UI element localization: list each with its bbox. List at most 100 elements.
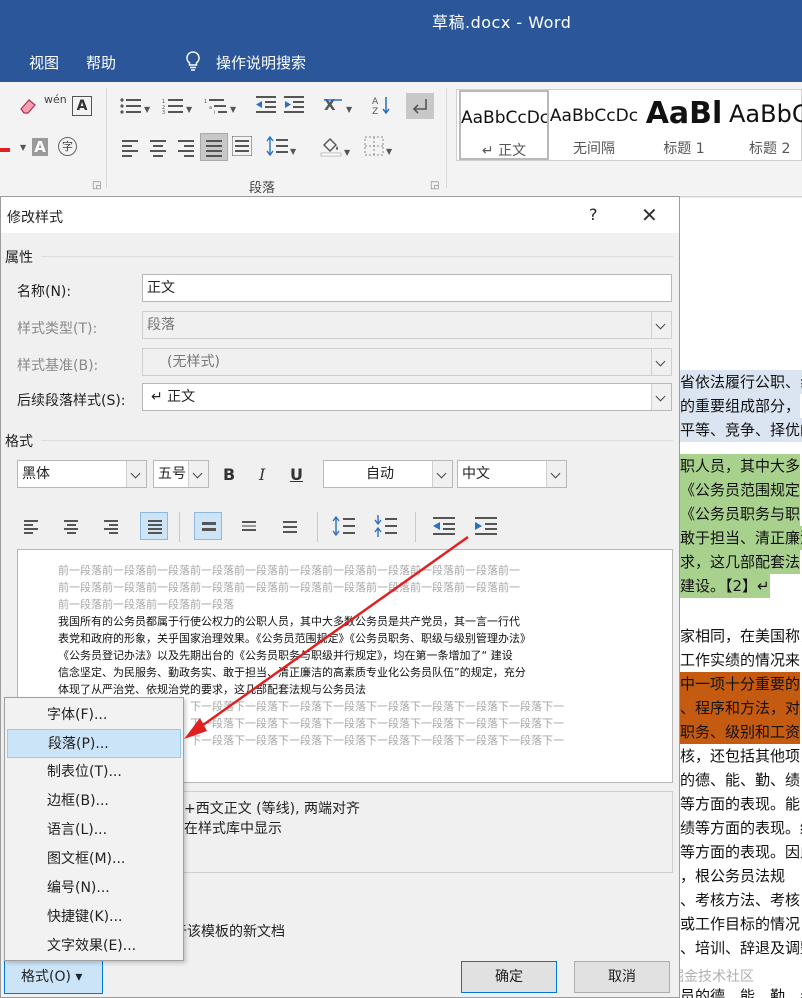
chevron-down-icon[interactable] bbox=[126, 461, 146, 487]
doc-line: 家相同，在美国称え bbox=[680, 627, 802, 645]
double-spacing-icon[interactable] bbox=[276, 513, 304, 541]
borders-icon[interactable]: ▼ bbox=[364, 136, 392, 159]
space-after-icon[interactable] bbox=[373, 515, 399, 537]
bold-button[interactable]: B bbox=[223, 465, 235, 484]
justify-icon[interactable] bbox=[140, 512, 168, 540]
menu-item-shortcut-key[interactable]: 快捷键(K)... bbox=[7, 903, 181, 932]
ok-button[interactable]: 确定 bbox=[461, 961, 557, 993]
increase-indent-icon[interactable] bbox=[473, 515, 499, 537]
menu-bar: 视图 帮助 操作说明搜索 bbox=[0, 40, 802, 82]
paragraph-dialog-launcher-icon[interactable]: ◲ bbox=[430, 180, 439, 191]
menu-item-text-effects[interactable]: 文字效果(E)... bbox=[7, 932, 181, 961]
align-right-icon[interactable] bbox=[97, 513, 125, 541]
font-dialog-launcher-icon[interactable]: ◲ bbox=[92, 180, 101, 191]
italic-button[interactable]: I bbox=[259, 465, 265, 484]
doc-line: 工作实绩的情况来 bbox=[680, 651, 801, 669]
doc-line: 敢于担当、清正廉洁 bbox=[680, 526, 802, 550]
menu-item-font[interactable]: 字体(F)... bbox=[7, 701, 181, 730]
language-value: 中文 bbox=[462, 466, 490, 482]
doc-line: 职人员，其中大多 bbox=[680, 454, 801, 478]
eraser-icon[interactable] bbox=[18, 96, 38, 119]
preview-prev-line: 前一段落前一段落前一段落前一段落前一段落前一段落前一段落前一段落前一段落前一段落… bbox=[58, 581, 520, 594]
align-right-icon[interactable] bbox=[178, 140, 194, 160]
following-style-select[interactable]: ↵ 正文 bbox=[142, 383, 672, 411]
asian-layout-icon[interactable]: X ▼ bbox=[322, 96, 352, 117]
bullets-icon[interactable]: ▼ bbox=[120, 98, 150, 117]
decrease-indent-icon[interactable] bbox=[256, 96, 276, 117]
name-field[interactable]: 正文 bbox=[142, 274, 672, 302]
format-dropdown-button[interactable]: 格式(O) ▾ bbox=[4, 960, 103, 994]
ribbon-separator bbox=[106, 88, 107, 188]
one-half-spacing-icon[interactable] bbox=[235, 513, 263, 541]
increase-indent-icon[interactable] bbox=[284, 96, 304, 117]
size-value: 五号 bbox=[158, 466, 186, 482]
help-button[interactable]: ? bbox=[589, 205, 598, 224]
title-bar: 草稿.docx - Word bbox=[0, 0, 802, 40]
doc-line: 的重要组成部分， bbox=[680, 394, 801, 418]
ribbon: wén A ▼ A 字 ◲ ▼ 1 2 3 ▼ 1 a i ▼ X ▼ AZ ▼ ▼ bbox=[0, 82, 802, 197]
space-before-icon[interactable] bbox=[331, 515, 357, 537]
sort-icon[interactable]: AZ bbox=[372, 95, 392, 118]
preview-main-line: 体现了从严治党、依规治党的要求，这几部配套法规与公务员法 bbox=[58, 683, 366, 696]
cancel-button[interactable]: 取消 bbox=[574, 961, 670, 993]
font-color-icon[interactable] bbox=[0, 148, 10, 152]
language-select[interactable]: 中文 bbox=[457, 460, 567, 488]
svg-text:1: 1 bbox=[204, 99, 207, 105]
svg-text:A: A bbox=[372, 97, 379, 107]
svg-text:i: i bbox=[214, 110, 215, 114]
show-marks-icon[interactable] bbox=[406, 93, 434, 119]
align-center-icon[interactable] bbox=[150, 140, 166, 160]
menu-item-tabs[interactable]: 制表位(T)... bbox=[7, 758, 181, 787]
align-left-icon[interactable] bbox=[122, 140, 138, 160]
line-spacing-icon[interactable]: ▼ bbox=[266, 135, 296, 159]
chevron-down-icon[interactable] bbox=[188, 461, 208, 487]
menu-item-help[interactable]: 帮助 bbox=[86, 52, 116, 73]
align-left-icon[interactable] bbox=[17, 513, 45, 541]
paragraph-group-label: 段落 bbox=[249, 181, 276, 196]
name-field-value: 正文 bbox=[147, 280, 175, 296]
close-icon[interactable]: ✕ bbox=[641, 203, 658, 227]
document-page[interactable]: 省依法履行公职、纟 的重要组成部分， 平等、竞争、择优的 职人员，其中大多 《公… bbox=[680, 198, 802, 998]
enclose-char-icon[interactable]: 字 bbox=[58, 137, 77, 156]
font-select[interactable]: 黑体 bbox=[17, 460, 147, 488]
decrease-indent-icon[interactable] bbox=[431, 515, 457, 537]
style-normal[interactable]: AaBbCcDc ↵ 正文 bbox=[459, 90, 549, 160]
font-color-caret[interactable]: ▼ bbox=[18, 140, 26, 155]
svg-text:a: a bbox=[209, 105, 212, 111]
format-header: 格式 bbox=[5, 434, 33, 450]
char-border-icon[interactable]: A bbox=[72, 96, 92, 116]
style-heading-2[interactable]: AaBbC 标题 2 bbox=[729, 90, 802, 160]
menu-item-numbering[interactable]: 编号(N)... bbox=[7, 874, 181, 903]
toolbar-separator bbox=[317, 512, 318, 542]
menu-item-language[interactable]: 语言(L)... bbox=[7, 816, 181, 845]
chevron-down-icon[interactable] bbox=[651, 384, 671, 410]
doc-line: 的德、能、勤、绩 bbox=[680, 771, 801, 789]
size-select[interactable]: 五号 bbox=[153, 460, 209, 488]
pinyin-guide-icon[interactable]: wén bbox=[44, 94, 67, 105]
char-shading-icon[interactable]: A bbox=[32, 138, 48, 156]
style-preview: AaBl bbox=[645, 96, 723, 131]
style-type-value: 段落 bbox=[147, 317, 175, 333]
font-color-select[interactable]: 自动 bbox=[323, 460, 453, 488]
menu-item-border[interactable]: 边框(B)... bbox=[7, 787, 181, 816]
style-no-spacing[interactable]: AaBbCcDc 无间隔 bbox=[549, 90, 639, 160]
underline-button[interactable]: U bbox=[290, 465, 303, 484]
shading-bucket-icon[interactable]: ▼ bbox=[320, 135, 350, 160]
menu-item-paragraph[interactable]: 段落(P)... bbox=[7, 729, 181, 758]
section-divider bbox=[41, 440, 673, 441]
menu-item-view[interactable]: 视图 bbox=[29, 52, 59, 73]
multilevel-list-icon[interactable]: 1 a i ▼ bbox=[204, 98, 236, 117]
single-spacing-icon[interactable] bbox=[194, 512, 222, 540]
preview-main-line: 《公务员登记办法》以及先期出台的《公务员职务与职级并行规定》，均在第一条增加了“… bbox=[58, 649, 513, 662]
preview-main-line: 表党和政府的形象，关乎国家治理效果。《公务员范围规定》《公务员职务、职级与级别管… bbox=[58, 632, 531, 645]
align-center-icon[interactable] bbox=[57, 513, 85, 541]
justify-icon[interactable] bbox=[200, 133, 228, 161]
style-heading-1[interactable]: AaBl 标题 1 bbox=[639, 90, 729, 160]
style-type-label: 样式类型(T): bbox=[17, 321, 98, 337]
distributed-icon[interactable] bbox=[231, 135, 253, 159]
chevron-down-icon[interactable] bbox=[546, 461, 566, 487]
chevron-down-icon[interactable] bbox=[432, 461, 452, 487]
tell-me-search[interactable]: 操作说明搜索 bbox=[216, 52, 306, 73]
menu-item-frame[interactable]: 图文框(M)... bbox=[7, 845, 181, 874]
numbering-icon[interactable]: 1 2 3 ▼ bbox=[162, 98, 192, 117]
